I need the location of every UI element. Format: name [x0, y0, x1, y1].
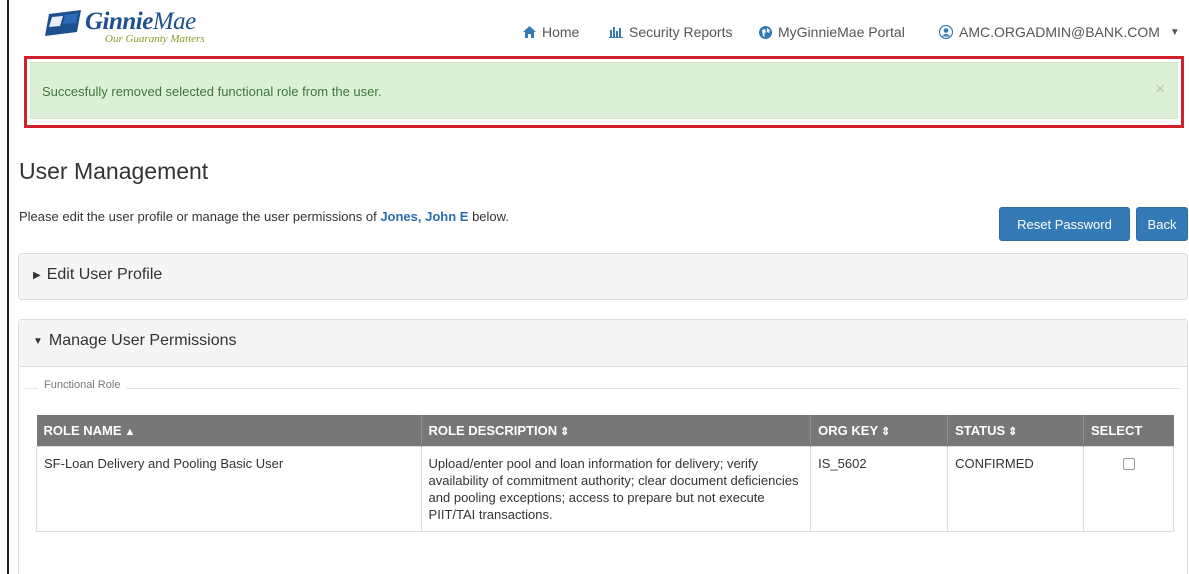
column-status-label: STATUS — [955, 422, 1006, 438]
nav-home[interactable]: Home — [523, 24, 579, 40]
edit-user-profile-label: Edit User Profile — [46, 266, 163, 283]
top-navbar: GinnieMae Our Guaranty Matters Home Secu… — [9, 0, 1189, 54]
globe-icon — [759, 25, 772, 39]
back-button[interactable]: Back — [1136, 207, 1188, 241]
sort-icon: ⇕ — [1008, 425, 1018, 438]
column-role-description[interactable]: ROLE DESCRIPTION ⇕ — [421, 415, 812, 446]
nav-account-label: AMC.ORGADMIN@BANK.COM — [959, 24, 1160, 40]
sort-icon: ⇕ — [881, 425, 891, 438]
logo-brand-bold: Ginnie — [85, 8, 153, 35]
column-role-name-label: ROLE NAME — [43, 422, 122, 438]
nav-home-label: Home — [542, 24, 580, 40]
select-checkbox[interactable] — [1122, 457, 1135, 470]
logo-tagline: Our Guaranty Matters — [105, 33, 205, 45]
logo-mark-icon — [45, 10, 81, 36]
nav-security-reports[interactable]: Security Reports — [609, 24, 732, 40]
manage-permissions-body: Functional Role ROLE NAME ▲ ROLE DESCRIPT… — [19, 367, 1187, 574]
page-title: User Management — [19, 158, 209, 184]
caret-down-icon: ▼ — [1169, 26, 1180, 38]
column-org-key[interactable]: ORG KEY ⇕ — [810, 415, 949, 446]
home-icon — [523, 26, 536, 38]
manage-user-permissions-panel: ▼ Manage User Permissions Functional Rol… — [18, 319, 1188, 574]
logo-wordmark: GinnieMae — [85, 8, 196, 36]
manage-permissions-label: Manage User Permissions — [48, 332, 237, 349]
alert-message: Succesfully removed selected functional … — [42, 84, 382, 99]
nav-portal[interactable]: MyGinnieMae Portal — [759, 24, 905, 40]
cell-role-name: SF-Loan Delivery and Pooling Basic User — [36, 445, 422, 532]
column-select: SELECT — [1083, 415, 1174, 446]
logo-brand-light: Mae — [152, 8, 196, 35]
cell-status: CONFIRMED — [947, 445, 1084, 532]
column-role-name[interactable]: ROLE NAME ▲ — [36, 415, 422, 446]
column-role-description-label: ROLE DESCRIPTION — [428, 422, 558, 438]
nav-portal-label: MyGinnieMae Portal — [778, 24, 905, 40]
sort-asc-icon: ▲ — [124, 425, 136, 438]
intro-before: Please edit the user profile or manage t… — [19, 209, 381, 224]
nav-account-dropdown[interactable]: AMC.ORGADMIN@BANK.COM ▼ — [939, 24, 1180, 40]
caret-right-icon: ▶ — [33, 269, 41, 281]
column-org-key-label: ORG KEY — [818, 422, 879, 438]
table-row: SF-Loan Delivery and Pooling Basic User … — [36, 445, 1174, 532]
table-header-row: ROLE NAME ▲ ROLE DESCRIPTION ⇕ ORG KEY ⇕ ST… — [36, 415, 1174, 446]
edit-user-profile-toggle[interactable]: ▶ Edit User Profile — [33, 266, 162, 284]
functional-role-legend: Functional Role — [38, 379, 127, 391]
intro-text: Please edit the user profile or manage t… — [19, 209, 509, 224]
manage-permissions-toggle[interactable]: ▼ Manage User Permissions — [33, 332, 237, 350]
intro-after: below. — [468, 209, 509, 224]
column-status[interactable]: STATUS ⇕ — [947, 415, 1084, 446]
cell-org-key: IS_5602 — [810, 445, 949, 532]
nav-security-reports-label: Security Reports — [629, 24, 733, 40]
cell-select — [1083, 445, 1174, 532]
bar-chart-icon — [609, 27, 623, 38]
success-alert: Succesfully removed selected functional … — [30, 62, 1178, 119]
reset-password-button[interactable]: Reset Password — [999, 207, 1130, 241]
user-name: Jones, John E — [380, 209, 469, 224]
sort-icon: ⇕ — [560, 425, 570, 438]
functional-role-table: ROLE NAME ▲ ROLE DESCRIPTION ⇕ ORG KEY ⇕ ST… — [36, 415, 1174, 532]
column-select-label: SELECT — [1091, 422, 1143, 438]
ginnie-mae-logo[interactable]: GinnieMae Our Guaranty Matters — [43, 8, 263, 48]
user-circle-icon — [939, 25, 953, 39]
edit-user-profile-panel: ▶ Edit User Profile — [18, 253, 1188, 300]
app-window: GinnieMae Our Guaranty Matters Home Secu… — [7, 0, 1189, 574]
cell-role-description: Upload/enter pool and loan information f… — [420, 445, 812, 532]
caret-down-icon: ▼ — [33, 335, 43, 347]
manage-permissions-header: ▼ Manage User Permissions — [19, 320, 1187, 367]
close-icon[interactable]: × — [1155, 79, 1165, 99]
